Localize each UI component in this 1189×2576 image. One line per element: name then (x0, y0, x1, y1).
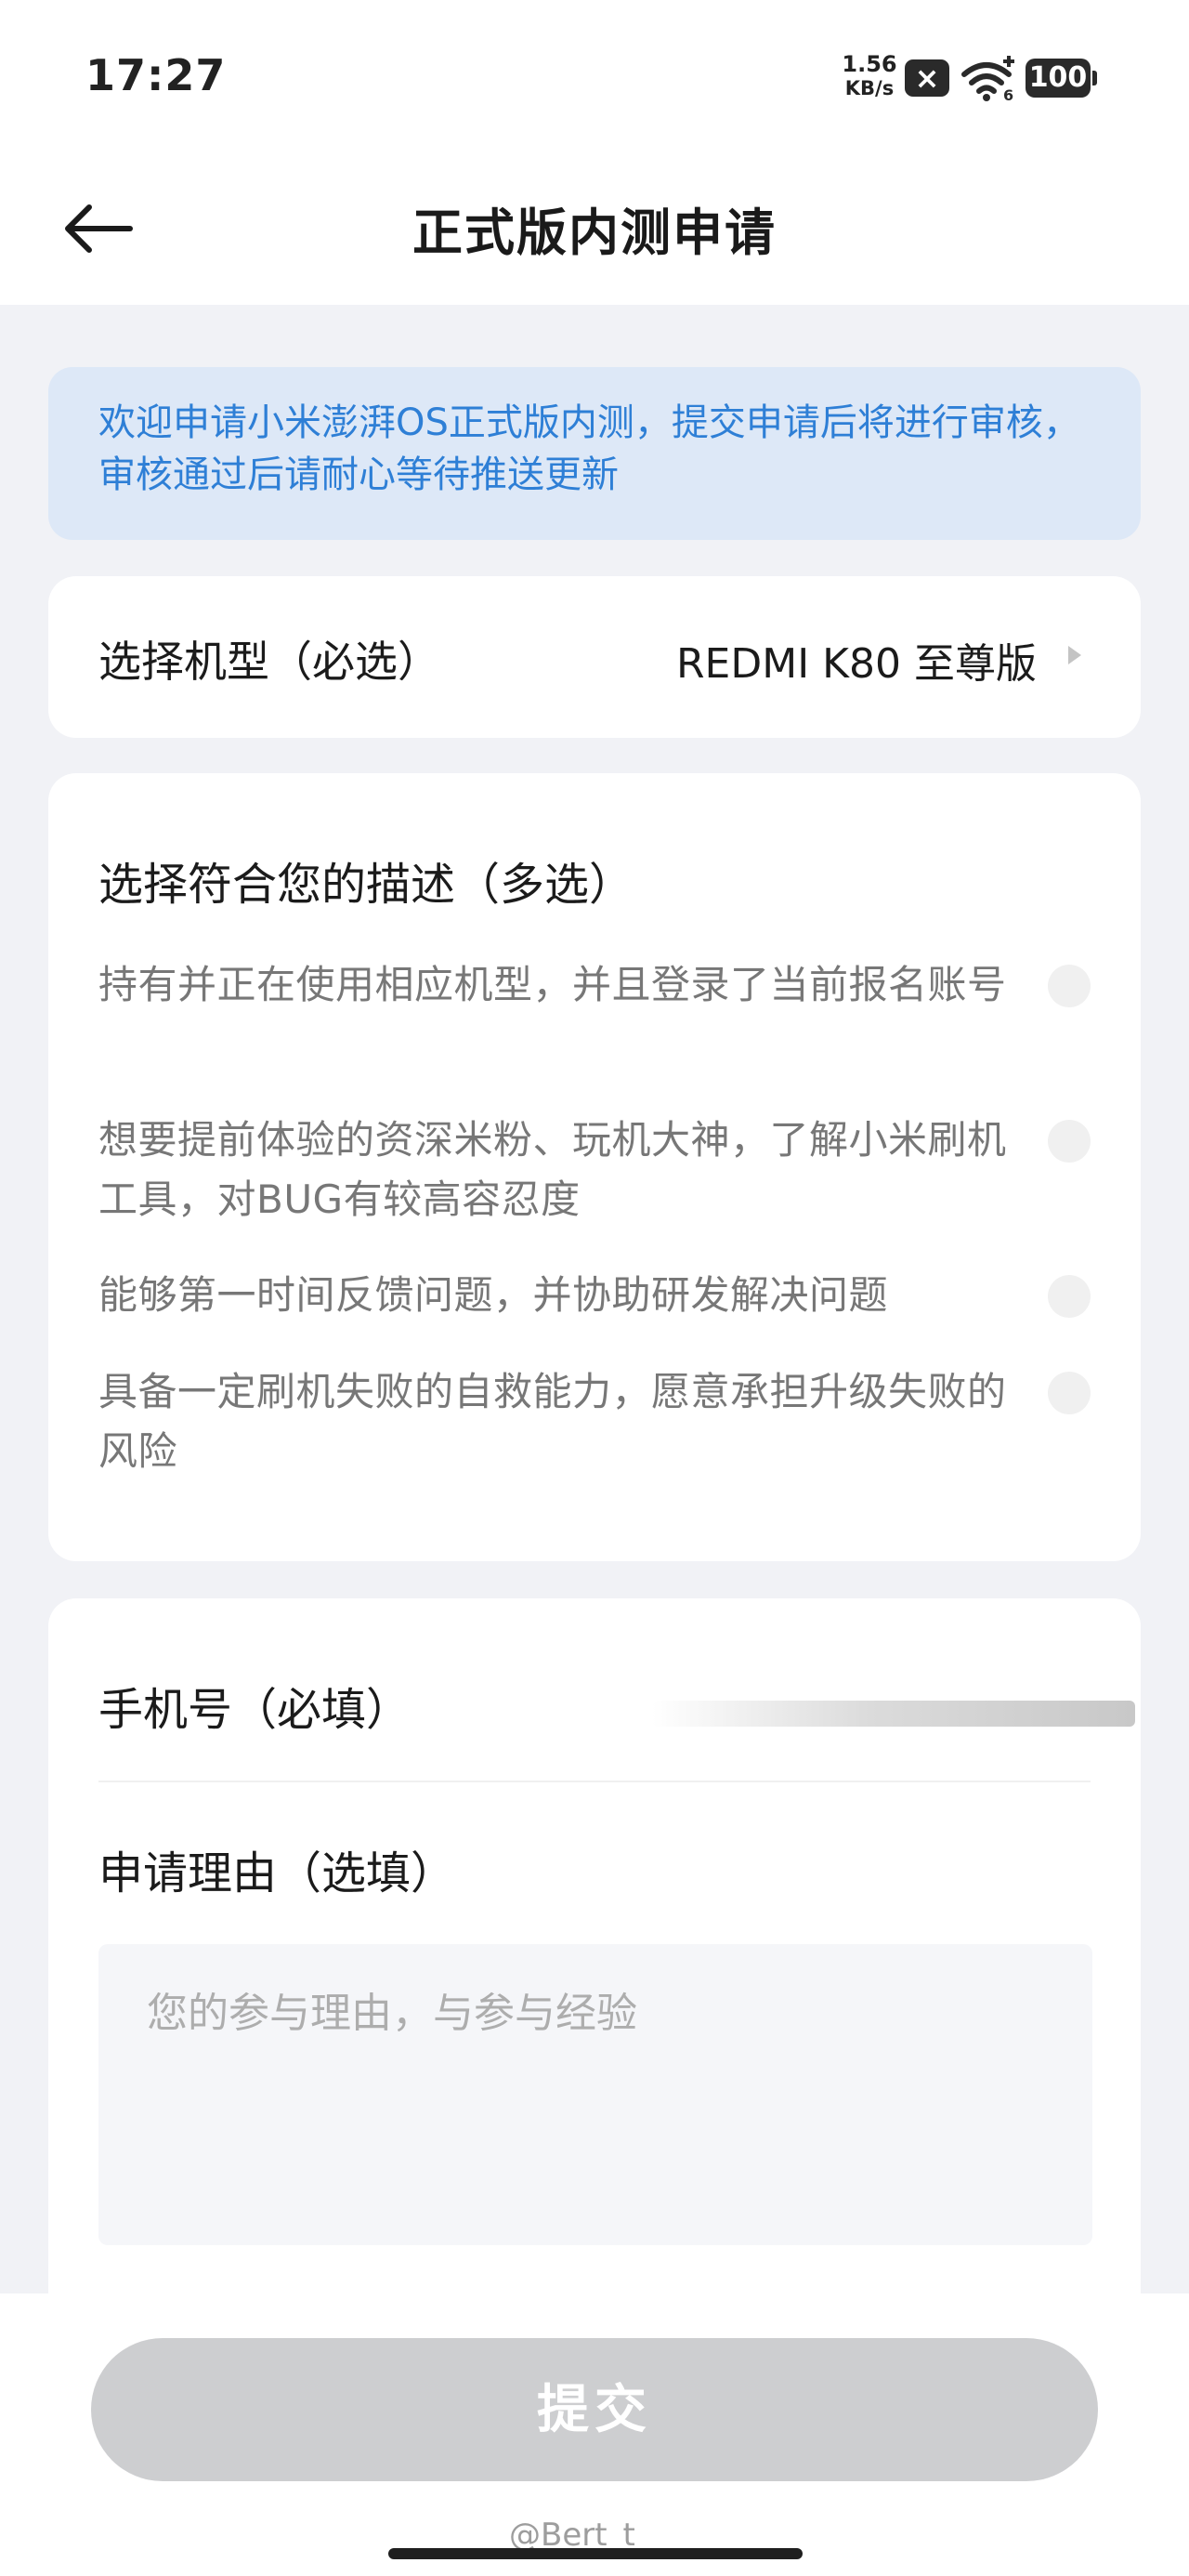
description-title: 选择符合您的描述（多选） (98, 859, 634, 911)
wifi-icon: 6 (961, 56, 1014, 102)
application-form: 手机号（必填） 申请理由（选填） (48, 1598, 1141, 2305)
description-option[interactable]: 具备一定刷机失败的自救能力，愿意承担升级失败的风险 (98, 1362, 1091, 1481)
option-checkbox[interactable] (1048, 1120, 1091, 1163)
info-notice: 欢迎申请小米澎湃OS正式版内测，提交申请后将进行审核，审核通过后请耐心等待推送更… (48, 367, 1141, 540)
phone-input[interactable] (615, 1688, 1135, 1743)
description-option-text: 具备一定刷机失败的自救能力，愿意承担升级失败的风险 (98, 1369, 1007, 1474)
description-option-text: 想要提前体验的资深米粉、玩机大神，了解小米刷机工具，对BUG有较高容忍度 (98, 1117, 1007, 1222)
bottom-bar: 提交 @Bert_t (0, 2293, 1189, 2576)
phone-label: 手机号（必填） (98, 1684, 412, 1736)
notice-text: 欢迎申请小米澎湃OS正式版内测，提交申请后将进行审核，审核通过后请耐心等待推送更… (98, 401, 1080, 496)
option-checkbox[interactable] (1048, 1372, 1091, 1414)
description-option[interactable]: 持有并正在使用相应机型，并且登录了当前报名账号 (98, 955, 1091, 1015)
header: 正式版内测申请 (0, 158, 1189, 305)
description-option[interactable]: 能够第一时间反馈问题，并协助研发解决问题 (98, 1266, 1091, 1325)
chevron-right-icon (1068, 646, 1081, 664)
description-option-text: 能够第一时间反馈问题，并协助研发解决问题 (98, 1272, 889, 1318)
status-time: 17:27 (85, 50, 227, 100)
description-option[interactable]: 想要提前体验的资深米粉、玩机大神，了解小米刷机工具，对BUG有较高容忍度 (98, 1111, 1091, 1229)
page-title: 正式版内测申请 (412, 204, 777, 262)
option-checkbox[interactable] (1048, 965, 1091, 1007)
option-checkbox[interactable] (1048, 1275, 1091, 1318)
home-indicator[interactable] (388, 2548, 803, 2559)
submit-button[interactable]: 提交 (91, 2338, 1098, 2481)
model-select-label: 选择机型（必选） (98, 637, 440, 687)
svg-text:6: 6 (1003, 86, 1013, 102)
description-option-text: 持有并正在使用相应机型，并且登录了当前报名账号 (98, 962, 1007, 1007)
network-speed-unit: KB/s (844, 77, 895, 99)
model-select-value: REDMI K80 至尊版 (675, 640, 1037, 688)
model-select-row[interactable]: 选择机型（必选） REDMI K80 至尊版 (48, 576, 1141, 738)
battery-icon: 100 (1026, 59, 1091, 98)
reason-textarea[interactable] (98, 1944, 1092, 2245)
reason-label: 申请理由（选填） (98, 1847, 456, 1899)
phone-value-blurred (652, 1701, 1135, 1727)
battery-tip (1092, 71, 1097, 85)
network-speed-value: 1.56 (842, 51, 897, 77)
network-speed: 1.56 KB/s (842, 52, 897, 100)
divider (98, 1781, 1091, 1782)
status-bar: 17:27 1.56 KB/s × 6 100 (0, 0, 1189, 158)
description-card: 选择符合您的描述（多选） 持有并正在使用相应机型，并且登录了当前报名账号 想要提… (48, 773, 1141, 1561)
sim-disabled-icon: × (905, 59, 949, 97)
